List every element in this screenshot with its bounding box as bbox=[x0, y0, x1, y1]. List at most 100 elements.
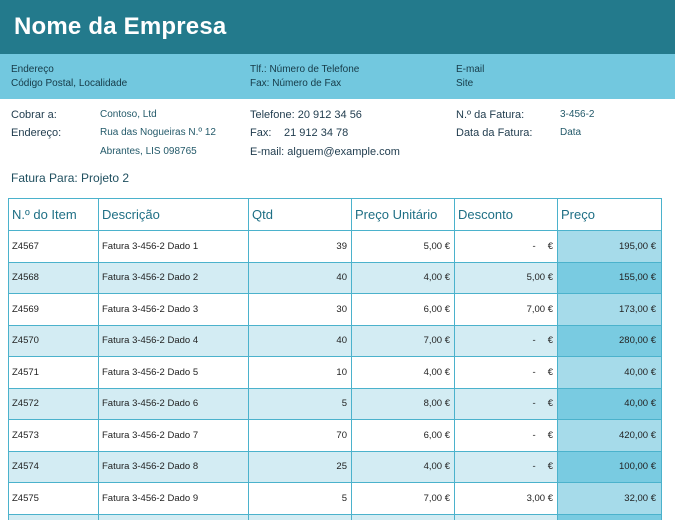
cell-unit-price[interactable]: 4,00 € bbox=[351, 450, 455, 483]
cell-quantity[interactable]: 5 bbox=[248, 387, 352, 420]
column-header-price: Preço bbox=[557, 198, 662, 231]
billing-address-line2: Abrantes, LIS 098765 bbox=[100, 146, 197, 157]
discount-currency: € bbox=[547, 366, 553, 378]
cell-description[interactable]: Fatura 3-456-2 Dado 3 bbox=[98, 293, 249, 326]
cell-description[interactable] bbox=[98, 513, 249, 520]
cell-item-number[interactable]: Z4570 bbox=[8, 324, 99, 357]
discount-value: - bbox=[532, 398, 536, 410]
cell-item-number[interactable]: Z4567 bbox=[8, 230, 99, 263]
cell-discount[interactable]: - € bbox=[454, 356, 558, 389]
cell-description[interactable]: Fatura 3-456-2 Dado 1 bbox=[98, 230, 249, 263]
billing-address-label: Endereço: bbox=[11, 127, 62, 139]
cell-price[interactable]: 173,00 € bbox=[557, 293, 662, 326]
cell-item-number[interactable]: Z4568 bbox=[8, 261, 99, 294]
cell-item-number[interactable] bbox=[8, 513, 99, 520]
table-row: Z4570 Fatura 3-456-2 Dado 4 40 7,00 € - €280,… bbox=[8, 324, 662, 357]
cell-price[interactable]: 195,00 € bbox=[557, 230, 662, 263]
billing-address-line1: Rua das Nogueiras N.º 12 bbox=[100, 127, 216, 138]
cell-quantity[interactable]: 40 bbox=[248, 324, 352, 357]
table-row: Z4573 Fatura 3-456-2 Dado 7 70 6,00 € - €420,… bbox=[8, 419, 662, 452]
cell-description[interactable]: Fatura 3-456-2 Dado 4 bbox=[98, 324, 249, 357]
table-header-row: N.º do Item Descrição Qtd Preço Unitário… bbox=[8, 198, 662, 231]
cell-item-number[interactable]: Z4569 bbox=[8, 293, 99, 326]
header-bar: Nome da Empresa bbox=[0, 0, 675, 54]
cell-quantity[interactable]: 70 bbox=[248, 419, 352, 452]
cell-discount[interactable]: - € bbox=[454, 450, 558, 483]
cell-unit-price[interactable]: 4,00 € bbox=[351, 261, 455, 294]
cell-unit-price[interactable]: 5,00 € bbox=[351, 230, 455, 263]
cell-discount[interactable]: 3,00 € bbox=[454, 482, 558, 515]
company-address-line2: Código Postal, Localidade bbox=[11, 78, 128, 89]
cell-item-number[interactable]: Z4571 bbox=[8, 356, 99, 389]
invoice-number-label: N.º da Fatura: bbox=[456, 109, 525, 121]
discount-currency: € bbox=[547, 240, 553, 252]
cell-unit-price[interactable] bbox=[351, 513, 455, 520]
invoice-items-table: N.º do Item Descrição Qtd Preço Unitário… bbox=[8, 198, 662, 520]
column-header-item-number: N.º do Item bbox=[8, 198, 99, 231]
cell-discount[interactable]: 5,00 € bbox=[454, 261, 558, 294]
billing-phone: Telefone: 20 912 34 56 bbox=[250, 109, 362, 121]
cell-price[interactable]: 40,00 € bbox=[557, 356, 662, 389]
cell-price[interactable]: 420,00 € bbox=[557, 419, 662, 452]
company-address-line1: Endereço bbox=[11, 64, 54, 75]
table-row: Z4575 Fatura 3-456-2 Dado 9 5 7,00 €3,00 €3… bbox=[8, 482, 662, 515]
discount-value: - bbox=[532, 366, 536, 378]
cell-discount[interactable]: 7,00 € bbox=[454, 293, 558, 326]
table-row: Z4572 Fatura 3-456-2 Dado 6 5 8,00 € - €40,00… bbox=[8, 387, 662, 420]
contact-bar: Endereço Código Postal, Localidade Tlf.:… bbox=[0, 54, 675, 99]
cell-price[interactable]: 32,00 € bbox=[557, 482, 662, 515]
invoice-date-value: Data bbox=[560, 127, 582, 138]
cell-item-number[interactable]: Z4574 bbox=[8, 450, 99, 483]
bill-to-label: Cobrar a: bbox=[11, 109, 57, 121]
column-header-description: Descrição bbox=[98, 198, 249, 231]
invoice-date-label: Data da Fatura: bbox=[456, 127, 533, 139]
bill-to-value: Contoso, Ltd bbox=[100, 109, 157, 120]
cell-unit-price[interactable]: 6,00 € bbox=[351, 293, 455, 326]
cell-price[interactable]: 40,00 € bbox=[557, 387, 662, 420]
cell-price[interactable] bbox=[557, 513, 662, 520]
cell-discount[interactable]: - € bbox=[454, 419, 558, 452]
table-row: Z4569 Fatura 3-456-2 Dado 3 30 6,00 €7,00 €… bbox=[8, 293, 662, 326]
cell-quantity[interactable]: 30 bbox=[248, 293, 352, 326]
discount-currency: € bbox=[547, 335, 553, 347]
cell-price[interactable]: 280,00 € bbox=[557, 324, 662, 357]
cell-description[interactable]: Fatura 3-456-2 Dado 7 bbox=[98, 419, 249, 452]
cell-unit-price[interactable]: 7,00 € bbox=[351, 324, 455, 357]
column-header-quantity: Qtd bbox=[248, 198, 352, 231]
company-email: E-mail bbox=[456, 64, 485, 75]
table-row: Z4567 Fatura 3-456-2 Dado 1 39 5,00 € - €195,… bbox=[8, 230, 662, 263]
cell-price[interactable]: 100,00 € bbox=[557, 450, 662, 483]
company-site: Site bbox=[456, 78, 474, 89]
company-fax: Fax: Número de Fax bbox=[250, 78, 342, 89]
table-row: Z4568 Fatura 3-456-2 Dado 2 40 4,00 €5,00 €… bbox=[8, 261, 662, 294]
invoice-for: Fatura Para: Projeto 2 bbox=[11, 171, 130, 185]
billing-email: E-mail: alguem@example.com bbox=[250, 146, 400, 158]
cell-discount[interactable]: - € bbox=[454, 324, 558, 357]
cell-discount[interactable]: - € bbox=[454, 230, 558, 263]
cell-quantity[interactable]: 25 bbox=[248, 450, 352, 483]
cell-discount[interactable] bbox=[454, 513, 558, 520]
cell-quantity[interactable]: 5 bbox=[248, 482, 352, 515]
discount-value: - bbox=[532, 335, 536, 347]
cell-description[interactable]: Fatura 3-456-2 Dado 6 bbox=[98, 387, 249, 420]
cell-unit-price[interactable]: 6,00 € bbox=[351, 419, 455, 452]
cell-description[interactable]: Fatura 3-456-2 Dado 8 bbox=[98, 450, 249, 483]
discount-currency: € bbox=[547, 461, 553, 473]
cell-price[interactable]: 155,00 € bbox=[557, 261, 662, 294]
cell-quantity[interactable]: 10 bbox=[248, 356, 352, 389]
cell-description[interactable]: Fatura 3-456-2 Dado 2 bbox=[98, 261, 249, 294]
cell-unit-price[interactable]: 4,00 € bbox=[351, 356, 455, 389]
cell-item-number[interactable]: Z4575 bbox=[8, 482, 99, 515]
cell-description[interactable]: Fatura 3-456-2 Dado 5 bbox=[98, 356, 249, 389]
cell-item-number[interactable]: Z4573 bbox=[8, 419, 99, 452]
billing-fax-label: Fax: bbox=[250, 127, 272, 139]
cell-item-number[interactable]: Z4572 bbox=[8, 387, 99, 420]
column-header-discount: Desconto bbox=[454, 198, 558, 231]
cell-quantity[interactable]: 40 bbox=[248, 261, 352, 294]
cell-quantity[interactable]: 39 bbox=[248, 230, 352, 263]
cell-description[interactable]: Fatura 3-456-2 Dado 9 bbox=[98, 482, 249, 515]
cell-discount[interactable]: - € bbox=[454, 387, 558, 420]
cell-quantity[interactable] bbox=[248, 513, 352, 520]
cell-unit-price[interactable]: 8,00 € bbox=[351, 387, 455, 420]
cell-unit-price[interactable]: 7,00 € bbox=[351, 482, 455, 515]
